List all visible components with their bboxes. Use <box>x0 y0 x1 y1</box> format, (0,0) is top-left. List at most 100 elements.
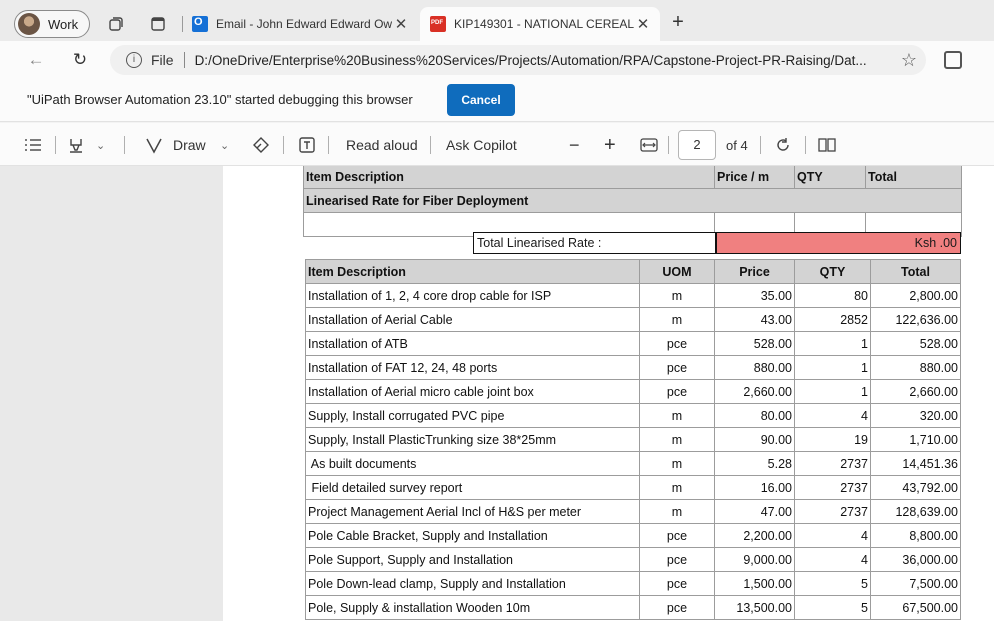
url-scheme: File <box>151 52 174 68</box>
cell-price: 9,000.00 <box>714 547 795 572</box>
page-view-icon[interactable] <box>818 134 836 156</box>
cell-total: 128,639.00 <box>870 499 961 524</box>
cell-total: 67,500.00 <box>870 595 961 620</box>
cell-total: 36,000.00 <box>870 547 961 572</box>
cell-price: 35.00 <box>714 283 795 308</box>
contents-icon[interactable] <box>24 134 42 156</box>
cell-total: 528.00 <box>870 331 961 356</box>
close-icon[interactable]: ✕ <box>392 15 410 33</box>
cell-desc: Installation of Aerial Cable <box>305 307 640 332</box>
cell-qty: 4 <box>794 547 871 572</box>
ask-copilot-button[interactable]: Ask Copilot <box>446 134 517 156</box>
close-icon[interactable]: ✕ <box>634 15 652 33</box>
cell-desc: Installation of Aerial micro cable joint… <box>305 379 640 404</box>
table-row: Pole, Supply & installation Wooden 10m pc… <box>305 595 961 620</box>
toolbar-separator <box>668 136 669 154</box>
table-row: Installation of 1, 2, 4 core drop cable … <box>305 283 961 308</box>
cell-uom: m <box>639 499 715 524</box>
workspaces-icon[interactable] <box>105 13 127 35</box>
info-icon[interactable]: i <box>126 52 142 68</box>
cell-uom: pce <box>639 571 715 596</box>
cell-price: 90.00 <box>714 427 795 452</box>
zoom-in-icon[interactable]: + <box>604 134 616 156</box>
cell-uom: pce <box>639 547 715 572</box>
page-total: of 4 <box>726 137 748 153</box>
table-row: Project Management Aerial Incl of H&S pe… <box>305 499 961 524</box>
table-row: Field detailed survey report m 16.00 2737 43… <box>305 475 961 500</box>
cell-uom: m <box>639 283 715 308</box>
tab-pdf[interactable]: KIP149301 - NATIONAL CEREALS ✕ <box>420 7 660 41</box>
tab-title: KIP149301 - NATIONAL CEREALS <box>454 17 634 31</box>
items-table-body: Installation of 1, 2, 4 core drop cable … <box>305 283 961 620</box>
cell-price: 80.00 <box>714 403 795 428</box>
cell-uom: pce <box>639 523 715 548</box>
address-bar[interactable]: i File D:/OneDrive/Enterprise%20Business… <box>110 45 926 75</box>
chevron-down-icon[interactable]: ⌄ <box>220 134 229 156</box>
fiber-rate-table: Item Description Price / m QTY Total Lin… <box>303 166 962 237</box>
table-row: Supply, Install corrugated PVC pipe m 80.0… <box>305 403 961 428</box>
cell-desc: Field detailed survey report <box>305 475 640 500</box>
table-row: Installation of ATB pce 528.00 1 528.00 <box>305 331 961 356</box>
chevron-down-icon[interactable]: ⌄ <box>96 134 105 156</box>
pdf-page: Item Description Price / m QTY Total Lin… <box>223 166 994 621</box>
cell-qty: 1 <box>794 331 871 356</box>
favorite-star-icon[interactable]: ☆ <box>892 50 926 71</box>
rotate-icon[interactable] <box>774 134 792 156</box>
draw-button[interactable]: Draw <box>145 134 206 156</box>
cell-qty: 19 <box>794 427 871 452</box>
cell-total: 320.00 <box>870 403 961 428</box>
cell-qty: 2737 <box>794 475 871 500</box>
cell-desc: Pole Down-lead clamp, Supply and Install… <box>305 571 640 596</box>
cell-uom: m <box>639 307 715 332</box>
url-text[interactable]: D:/OneDrive/Enterprise%20Business%20Serv… <box>195 53 892 68</box>
refresh-icon[interactable]: ↻ <box>68 49 92 71</box>
back-arrow-icon[interactable]: ← <box>24 49 48 71</box>
table-row: Pole Down-lead clamp, Supply and Install… <box>305 571 961 596</box>
table-row: Pole Support, Supply and Installation pce… <box>305 547 961 572</box>
cell-uom: m <box>639 475 715 500</box>
tab-email[interactable]: Email - John Edward Edward Ow ✕ <box>182 8 418 40</box>
cell-qty: 2852 <box>794 307 871 332</box>
header-price: Price <box>714 259 795 284</box>
document-viewer[interactable]: Item Description Price / m QTY Total Lin… <box>0 166 994 621</box>
profile-button[interactable]: Work <box>14 10 90 38</box>
section-title-row: Linearised Rate for Fiber Deployment <box>303 188 962 213</box>
tab-strip: Work Email - John Edward Edward Ow ✕ KIP… <box>0 0 994 46</box>
total-linearised-rate-row: Total Linearised Rate : Ksh .00 <box>473 232 961 254</box>
toolbar-separator <box>124 136 125 154</box>
pdf-toolbar: ⌄ Draw ⌄ Read aloud Ask Copilot − + 2 of… <box>0 123 994 166</box>
text-box-icon[interactable] <box>298 134 316 156</box>
cell-desc: Installation of 1, 2, 4 core drop cable … <box>305 283 640 308</box>
cell-desc: Pole Cable Bracket, Supply and Installat… <box>305 523 640 548</box>
cell-price: 2,660.00 <box>714 379 795 404</box>
cell-price: 5.28 <box>714 451 795 476</box>
cell-desc: Pole, Supply & installation Wooden 10m <box>305 595 640 620</box>
table-header-row: Item Description UOM Price QTY Total <box>305 259 961 284</box>
header-total: Total <box>865 166 962 189</box>
fit-to-width-icon[interactable] <box>640 134 658 156</box>
table-row: Installation of FAT 12, 24, 48 ports pce 8… <box>305 355 961 380</box>
new-tab-button[interactable]: + <box>667 12 689 34</box>
cell-total: 14,451.36 <box>870 451 961 476</box>
toolbar-separator <box>430 136 431 154</box>
cell-total: 1,710.00 <box>870 427 961 452</box>
cell-total: 8,800.00 <box>870 523 961 548</box>
tab-actions-icon[interactable] <box>147 13 169 35</box>
cell-price: 13,500.00 <box>714 595 795 620</box>
navigation-bar: ← ↻ i File D:/OneDrive/Enterprise%20Busi… <box>0 41 994 79</box>
cell-qty: 80 <box>794 283 871 308</box>
toolbar-separator <box>328 136 329 154</box>
extension-icon[interactable] <box>944 51 962 69</box>
cell-price: 47.00 <box>714 499 795 524</box>
cell-total: 122,636.00 <box>870 307 961 332</box>
cell-total: 2,800.00 <box>870 283 961 308</box>
zoom-out-icon[interactable]: − <box>569 134 580 156</box>
cancel-button[interactable]: Cancel <box>447 84 515 116</box>
cell-desc: As built documents <box>305 451 640 476</box>
page-number-input[interactable]: 2 <box>678 130 716 160</box>
cell-uom: pce <box>639 331 715 356</box>
cell-total: 880.00 <box>870 355 961 380</box>
highlight-icon[interactable] <box>67 134 85 156</box>
eraser-icon[interactable] <box>252 134 270 156</box>
read-aloud-button[interactable]: Read aloud <box>346 134 418 156</box>
